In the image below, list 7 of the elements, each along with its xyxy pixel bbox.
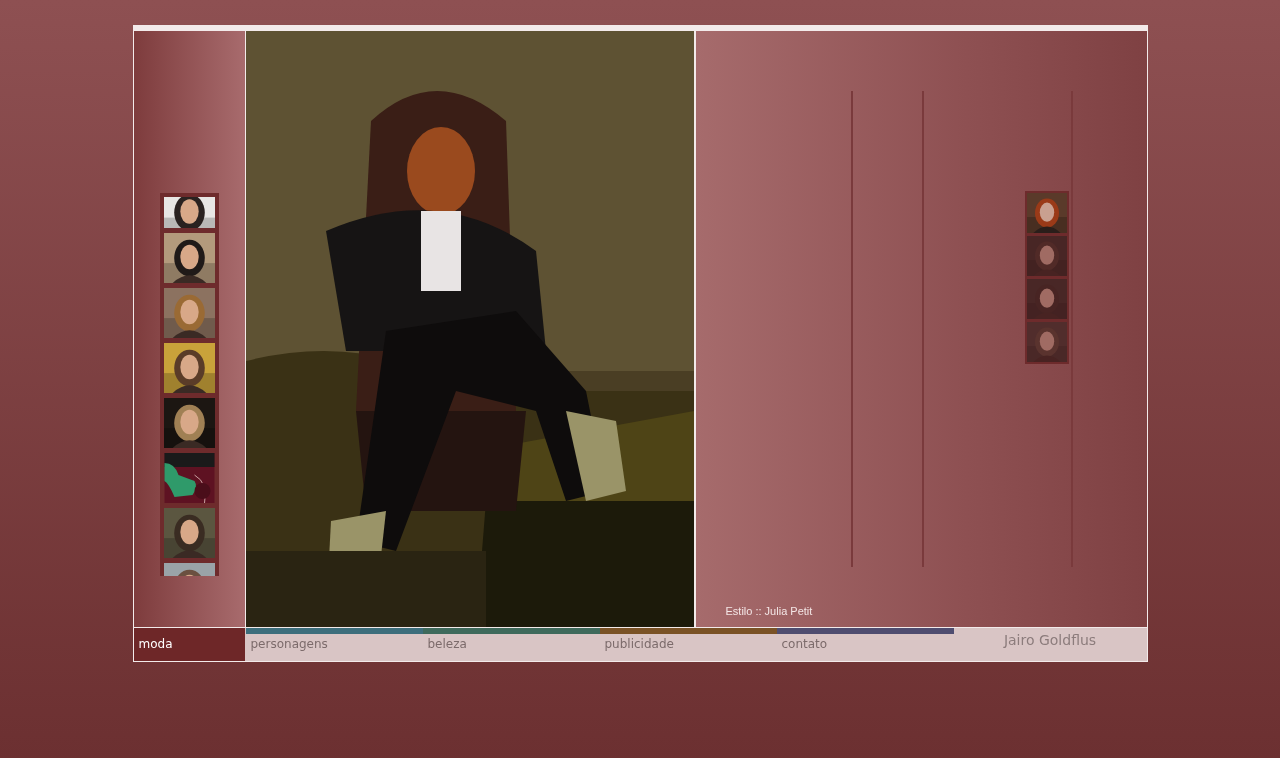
nav-link[interactable]: beleza [422,628,600,661]
nav-link[interactable]: publicidade [599,628,777,661]
brand-name: Jairo Goldflus [1002,631,1098,650]
nav-link[interactable]: contato [776,628,954,661]
nav-link[interactable]: personagens [245,628,423,661]
nav-link[interactable]: moda [133,628,245,661]
photo-caption: Estilo :: Julia Petit [725,605,813,617]
